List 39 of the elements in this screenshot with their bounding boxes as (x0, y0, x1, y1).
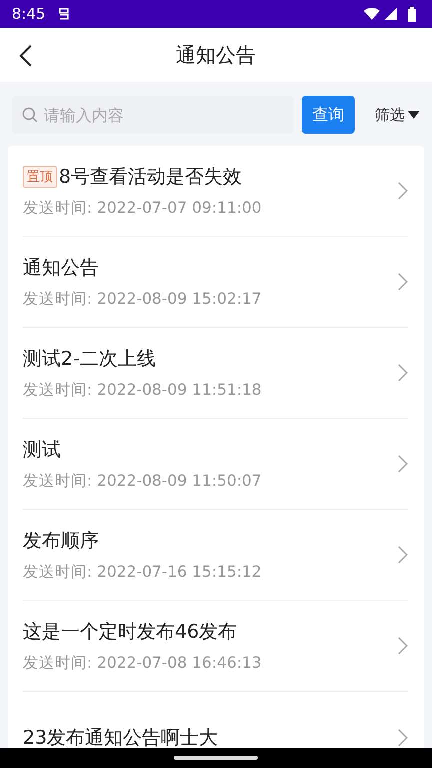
notice-title: 通知公告 (23, 256, 99, 280)
signal-icon (384, 7, 398, 21)
wifi-icon (363, 7, 381, 21)
back-icon (18, 44, 34, 68)
send-time: 发送时间: 2022-07-08 16:46:13 (23, 652, 263, 674)
caret-icon (408, 111, 420, 119)
chevron-icon (398, 455, 408, 473)
notice-item[interactable]: 发布顺序 发送时间: 2022-07-16 15:15:12 (23, 510, 408, 601)
notice-item[interactable]: 通知公告 发送时间: 2022-08-09 15:02:17 (23, 237, 408, 328)
notice-item[interactable]: 这是一个定时发布46发布 发送时间: 2022-07-08 16:46:13 (23, 601, 408, 692)
send-time: 发送时间: 2022-07-07 09:11:00 (23, 198, 263, 218)
chevron-icon (398, 182, 408, 200)
pinned-tag: 置顶 (23, 166, 57, 188)
chevron-icon (398, 273, 408, 291)
notice-item[interactable]: 测试 发送时间: 2022-08-09 11:50:07 (23, 419, 408, 510)
page-title: 通知公告 (176, 42, 256, 68)
status-time: 8:45 (12, 5, 46, 23)
notice-title: 测试 (23, 438, 61, 462)
notice-item[interactable]: 置顶 8号查看活动是否失效 发送时间: 2022-07-07 09:11:00 (23, 146, 408, 237)
notice-item[interactable]: 测试2-二次上线 发送时间: 2022-08-09 11:51:18 (23, 328, 408, 419)
chevron-icon (398, 364, 408, 382)
search-button[interactable]: 查询 (302, 96, 355, 134)
filter-button[interactable]: 筛选 (363, 106, 420, 124)
search-field[interactable]: 请输入内容 (12, 96, 294, 134)
chevron-icon (398, 637, 408, 655)
send-time: 发送时间: 2022-07-16 15:15:12 (23, 562, 263, 582)
app-notification-icon (58, 7, 70, 21)
chevron-icon (398, 546, 408, 564)
notice-title: 8号查看活动是否失效 (59, 164, 242, 190)
notice-title: 发布顺序 (23, 528, 99, 554)
notice-title: 23发布通知公告啊士大 (23, 726, 218, 748)
battery-icon (408, 6, 416, 22)
notice-title: 这是一个定时发布46发布 (23, 620, 238, 644)
send-time: 发送时间: 2022-08-09 15:02:17 (23, 288, 263, 310)
notice-item[interactable]: 23发布通知公告啊士大 (23, 692, 408, 748)
send-time: 发送时间: 2022-08-09 11:51:18 (23, 380, 263, 400)
send-time: 发送时间: 2022-08-09 11:50:07 (23, 470, 263, 492)
notice-title: 测试2-二次上线 (23, 346, 156, 372)
chevron-icon (398, 728, 408, 746)
